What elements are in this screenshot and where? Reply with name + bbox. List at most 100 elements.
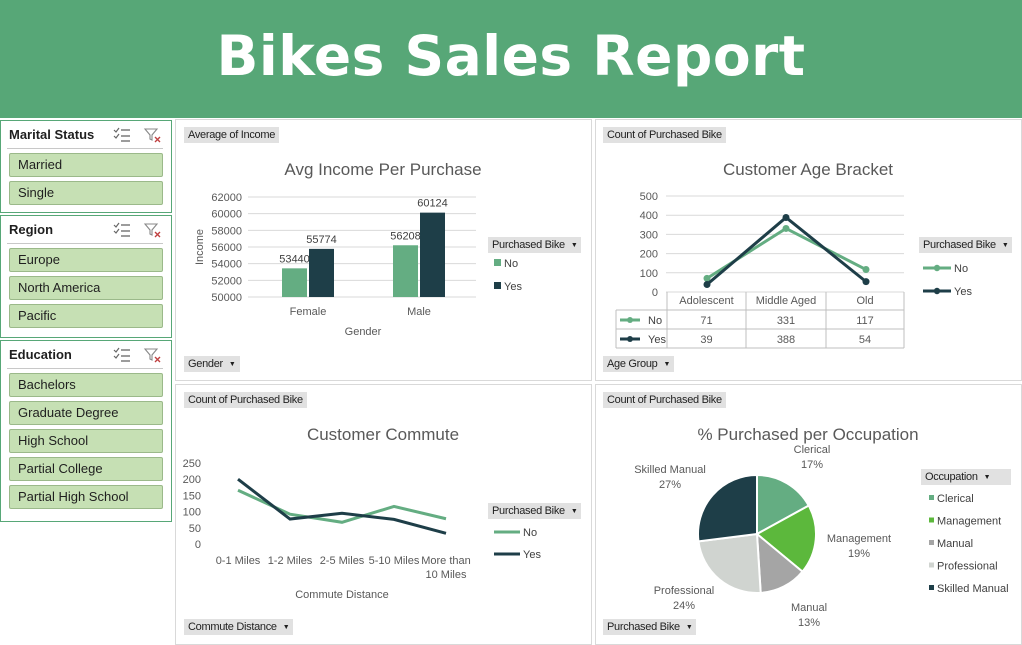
slicer-education: Education Bachelors Graduate Degree High Sc… bbox=[0, 340, 172, 522]
table-cell: 39 bbox=[700, 334, 712, 346]
legend-marker bbox=[929, 585, 934, 590]
table-row-label: Yes bbox=[648, 334, 666, 346]
slicer-divider bbox=[7, 148, 163, 149]
legend-label: Management bbox=[937, 516, 1001, 528]
slice-percent: 17% bbox=[801, 459, 823, 471]
y-tick-label: 150 bbox=[183, 490, 201, 502]
report-header: Bikes Sales Report bbox=[0, 0, 1022, 118]
slice-percent: 24% bbox=[673, 600, 695, 612]
table-cell: 331 bbox=[777, 315, 795, 327]
chart-title: Avg Income Per Purchase bbox=[284, 160, 481, 179]
legend-label: Yes bbox=[523, 549, 541, 561]
x-axis-title: Commute Distance bbox=[295, 589, 389, 601]
age-chart-panel: Count of Purchased Bike Age Group Purcha… bbox=[595, 119, 1022, 381]
slicer-item[interactable]: Single bbox=[9, 181, 163, 205]
slice-label: Manual bbox=[791, 602, 827, 614]
legend-marker bbox=[929, 562, 934, 568]
slicer-item[interactable]: Pacific bbox=[9, 304, 163, 328]
multi-select-icon[interactable] bbox=[112, 346, 132, 364]
y-tick-label: 200 bbox=[183, 474, 201, 486]
slice-label: Clerical bbox=[794, 444, 831, 456]
slicer-item[interactable]: Europe bbox=[9, 248, 163, 272]
slicer-item[interactable]: Partial High School bbox=[9, 485, 163, 509]
clear-filter-icon[interactable] bbox=[143, 126, 163, 144]
bar-yes bbox=[420, 212, 445, 297]
legend-marker bbox=[929, 495, 934, 500]
slicer-item[interactable]: Married bbox=[9, 153, 163, 177]
legend-label: Yes bbox=[504, 281, 522, 293]
bar-no bbox=[393, 245, 418, 297]
clear-filter-icon[interactable] bbox=[143, 346, 163, 364]
legend-marker bbox=[494, 259, 501, 266]
multi-select-icon[interactable] bbox=[112, 221, 132, 239]
x-tick-label: More than bbox=[421, 555, 471, 567]
x-tick-label: Female bbox=[290, 306, 327, 318]
slicer-item[interactable]: High School bbox=[9, 429, 163, 453]
y-tick-label: 100 bbox=[640, 268, 658, 280]
slicer-item[interactable]: Bachelors bbox=[9, 373, 163, 397]
data-label: 55774 bbox=[306, 234, 337, 246]
legend-marker bbox=[929, 540, 934, 545]
chart-title: % Purchased per Occupation bbox=[697, 425, 918, 444]
commute-chart: Customer Commute 250 200 150 100 50 0 0-1 Miles… bbox=[183, 425, 542, 601]
slicer-region: Region Europe North America Pacific bbox=[0, 215, 172, 338]
y-tick-label: 500 bbox=[640, 191, 658, 203]
y-tick-label: 56000 bbox=[211, 242, 242, 254]
x-tick-label: 0-1 Miles bbox=[216, 555, 261, 567]
y-tick-label: 300 bbox=[640, 229, 658, 241]
bar-no bbox=[282, 268, 307, 297]
table-header: Adolescent bbox=[679, 295, 733, 307]
table-cell: 54 bbox=[859, 334, 871, 346]
slice-label: Skilled Manual bbox=[634, 464, 706, 476]
data-label: 53440 bbox=[279, 253, 310, 265]
pie-slice bbox=[697, 473, 758, 543]
data-point bbox=[703, 281, 711, 289]
y-tick-label: 50000 bbox=[211, 292, 242, 304]
x-axis-title: Gender bbox=[345, 326, 382, 338]
slicer-item[interactable]: Partial College bbox=[9, 457, 163, 481]
slicer-title: Education bbox=[9, 347, 72, 362]
slicer-title: Region bbox=[9, 222, 54, 237]
slicer-item[interactable]: Graduate Degree bbox=[9, 401, 163, 425]
y-tick-label: 400 bbox=[640, 210, 658, 222]
slice-percent: 19% bbox=[848, 548, 870, 560]
slicer-divider bbox=[7, 243, 163, 244]
table-row-label: No bbox=[648, 315, 662, 327]
y-tick-label: 58000 bbox=[211, 225, 242, 237]
age-chart: Customer Age Bracket 500 400 300 200 100 0 Adol… bbox=[615, 160, 972, 349]
bar-yes bbox=[309, 248, 334, 297]
y-tick-label: 200 bbox=[640, 249, 658, 261]
y-tick-label: 250 bbox=[183, 458, 201, 470]
slice-label: Professional bbox=[654, 585, 715, 597]
y-tick-label: 0 bbox=[652, 287, 658, 299]
slicer-title: Marital Status bbox=[9, 127, 95, 142]
x-tick-label: 2-5 Miles bbox=[320, 555, 365, 567]
table-legend-key bbox=[627, 317, 633, 323]
data-point bbox=[782, 224, 790, 232]
table-cell: 71 bbox=[700, 315, 712, 327]
slice-label: Management bbox=[827, 533, 891, 545]
data-point bbox=[782, 214, 790, 222]
y-tick-label: 100 bbox=[183, 507, 201, 519]
income-chart-panel: Average of Income Gender Purchased Bike … bbox=[175, 119, 592, 381]
y-tick-label: 62000 bbox=[211, 192, 242, 204]
data-label: 56208 bbox=[390, 230, 421, 242]
x-tick-label: Male bbox=[407, 306, 431, 318]
y-tick-label: 60000 bbox=[211, 209, 242, 221]
occupation-chart-panel: Count of Purchased Bike Purchased Bike O… bbox=[595, 384, 1022, 645]
multi-select-icon[interactable] bbox=[112, 126, 132, 144]
series-line-yes bbox=[237, 478, 447, 535]
income-chart: Avg Income Per Purchase 62000 60000 58000 56… bbox=[194, 160, 522, 338]
slicer-divider bbox=[7, 368, 163, 369]
x-tick-label: 10 Miles bbox=[426, 569, 467, 581]
clear-filter-icon[interactable] bbox=[143, 221, 163, 239]
data-point bbox=[862, 266, 870, 274]
y-tick-label: 52000 bbox=[211, 275, 242, 287]
slicer-item[interactable]: North America bbox=[9, 276, 163, 300]
table-header: Middle Aged bbox=[756, 295, 817, 307]
x-tick-label: 1-2 Miles bbox=[268, 555, 313, 567]
table-header: Old bbox=[856, 295, 873, 307]
y-tick-label: 50 bbox=[189, 523, 201, 535]
legend-label: Professional bbox=[937, 561, 998, 573]
commute-chart-panel: Count of Purchased Bike Commute Distance… bbox=[175, 384, 592, 645]
